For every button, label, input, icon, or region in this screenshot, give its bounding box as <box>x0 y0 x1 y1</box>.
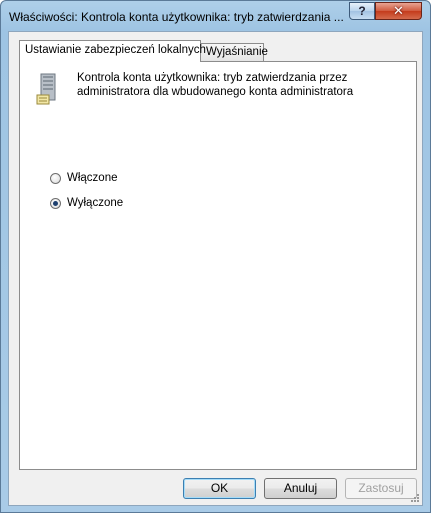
close-button[interactable]: ✕ <box>375 2 422 20</box>
server-icon <box>36 73 56 105</box>
window-title: Właściwości: Kontrola konta użytkownika:… <box>9 10 344 24</box>
tab-explain[interactable]: Wyjaśnianie <box>200 43 268 62</box>
dialog-client-area: Ustawianie zabezpieczeń lokalnych Wyjaśn… <box>8 31 423 506</box>
help-button[interactable]: ? <box>349 2 375 20</box>
tab-panel: Kontrola konta użytkownika: tryb zatwier… <box>19 61 417 470</box>
option-disabled-label[interactable]: Wyłączone <box>67 197 123 209</box>
tab-local-security-setting[interactable]: Ustawianie zabezpieczeń lokalnych <box>19 40 206 62</box>
option-enabled-label[interactable]: Włączone <box>67 172 118 184</box>
option-disabled[interactable]: Wyłączone <box>50 195 123 211</box>
radio-enabled[interactable] <box>50 172 61 184</box>
apply-button[interactable]: Zastosuj <box>345 478 417 499</box>
properties-dialog: Właściwości: Kontrola konta użytkownika:… <box>0 0 431 513</box>
title-bar[interactable]: Właściwości: Kontrola konta użytkownika:… <box>1 1 430 31</box>
ok-button[interactable]: OK <box>183 478 256 499</box>
cancel-button[interactable]: Anuluj <box>264 478 337 499</box>
resize-grip-icon[interactable] <box>410 493 420 503</box>
option-enabled[interactable]: Włączone <box>50 170 118 186</box>
policy-description: Kontrola konta użytkownika: tryb zatwier… <box>77 72 354 98</box>
radio-disabled[interactable] <box>50 197 61 209</box>
